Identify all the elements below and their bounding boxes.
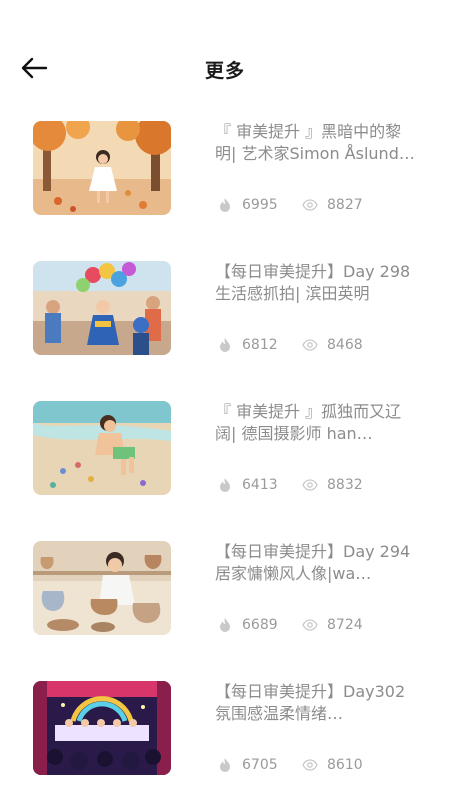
likes-value: 6995: [242, 197, 278, 213]
item-title: 『 审美提升 』黑暗中的黎明| 艺术家Simon Åslund…: [215, 122, 415, 163]
likes-count: 6995: [217, 197, 302, 213]
eye-icon: [302, 199, 318, 211]
thumbnail-image: [33, 261, 171, 355]
header: 更多: [0, 44, 450, 92]
eye-icon: [302, 619, 318, 631]
views-count: 8827: [302, 197, 363, 213]
views-count: 8610: [302, 757, 363, 773]
eye-icon: [302, 479, 318, 491]
views-value: 8468: [327, 337, 363, 353]
flame-icon: [220, 478, 230, 492]
likes-count: 6705: [217, 757, 302, 773]
views-count: 8832: [302, 477, 363, 493]
item-stats: 6995 8827: [217, 195, 363, 215]
likes-count: 6812: [217, 337, 302, 353]
list-item[interactable]: 【每日审美提升】Day 294 居家慵懒风人像|wa… 6689 8724: [0, 541, 450, 681]
flame-icon: [220, 198, 230, 212]
flame-icon: [220, 338, 230, 352]
item-title: 【每日审美提升】Day302 氛围感温柔情绪…: [215, 682, 406, 723]
list-item[interactable]: 『 审美提升 』孤独而又辽阔| 德国摄影师 han… 6413 8832: [0, 401, 450, 541]
item-title: 【每日审美提升】Day 294 居家慵懒风人像|wa…: [215, 542, 411, 583]
thumbnail-image: [33, 541, 171, 635]
eye-icon: [302, 339, 318, 351]
views-count: 8468: [302, 337, 363, 353]
thumbnail-image: [33, 121, 171, 215]
item-stats: 6705 8610: [217, 755, 363, 775]
thumbnail-image: [33, 401, 171, 495]
views-count: 8724: [302, 617, 363, 633]
likes-value: 6705: [242, 757, 278, 773]
likes-count: 6689: [217, 617, 302, 633]
list-item[interactable]: 【每日审美提升】Day 298 生活感抓拍| 滨田英明 6812 8468: [0, 261, 450, 401]
likes-value: 6413: [242, 477, 278, 493]
flame-icon: [220, 758, 230, 772]
eye-icon: [302, 759, 318, 771]
views-value: 8610: [327, 757, 363, 773]
list-item[interactable]: 【每日审美提升】Day302 氛围感温柔情绪… 6705 8610: [0, 681, 450, 800]
likes-value: 6689: [242, 617, 278, 633]
item-title: 『 审美提升 』孤独而又辽阔| 德国摄影师 han…: [215, 402, 402, 443]
views-value: 8724: [327, 617, 363, 633]
item-title: 【每日审美提升】Day 298 生活感抓拍| 滨田英明: [215, 262, 411, 303]
item-stats: 6689 8724: [217, 615, 363, 635]
views-value: 8832: [327, 477, 363, 493]
item-stats: 6812 8468: [217, 335, 363, 355]
list-item[interactable]: 『 审美提升 』黑暗中的黎明| 艺术家Simon Åslund… 6995 88…: [0, 121, 450, 261]
views-value: 8827: [327, 197, 363, 213]
likes-count: 6413: [217, 477, 302, 493]
thumbnail-image: [33, 681, 171, 775]
page-title: 更多: [204, 60, 245, 82]
flame-icon: [220, 618, 230, 632]
likes-value: 6812: [242, 337, 278, 353]
item-stats: 6413 8832: [217, 475, 363, 495]
more-page: 更多 『 审美提升 』黑暗中的黎明| 艺术家Simon Åslund… 6995…: [0, 0, 450, 800]
